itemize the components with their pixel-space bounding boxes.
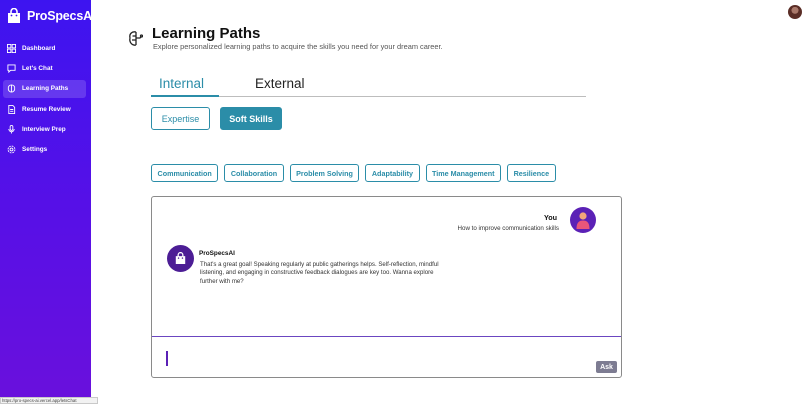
sidebar-item-learning-paths[interactable]: Learning Paths [3, 79, 86, 98]
chat-panel: You How to improve communication skills … [151, 196, 622, 378]
skill-chip-adaptability[interactable]: Adaptability [365, 164, 420, 182]
user-message-name: You [543, 213, 557, 222]
bot-message-name: ProSpecsAI [199, 250, 235, 257]
sidebar-item-settings[interactable]: Settings [3, 141, 86, 159]
skill-chip-time-management[interactable]: Time Management [425, 164, 502, 182]
chat-icon [7, 64, 16, 73]
brand[interactable]: ProSpecsAI [7, 8, 95, 24]
person-icon [576, 212, 590, 229]
page-subtitle: Explore personalized learning paths to a… [153, 42, 443, 51]
sidebar-item-label: Interview Prep [22, 126, 66, 134]
sidebar-item-label: Resume Review [22, 105, 71, 113]
chat-input[interactable]: Ask [152, 336, 621, 377]
sidebar-nav: Dashboard Let's Chat Learning Paths Resu… [3, 39, 86, 161]
tab-external[interactable]: External [255, 76, 305, 91]
sidebar-item-lets-chat[interactable]: Let's Chat [3, 59, 86, 77]
expertise-button[interactable]: Expertise [151, 107, 210, 130]
sidebar: ProSpecsAI Dashboard Let's Chat Learning… [0, 0, 95, 404]
brand-name: ProSpecsAI [27, 9, 96, 23]
tab-internal[interactable]: Internal [159, 76, 204, 91]
status-bar-url: https://pro-specs-ai.vercel.app/letsChat [0, 397, 98, 404]
sidebar-item-label: Learning Paths [22, 85, 69, 93]
bot-avatar [167, 245, 194, 272]
brain-icon [7, 84, 16, 93]
sidebar-item-label: Dashboard [22, 44, 56, 52]
active-tab-indicator [151, 95, 219, 97]
brain-icon [129, 31, 143, 46]
skill-chips: Communication Collaboration Problem Solv… [151, 164, 556, 182]
skill-chip-problem-solving[interactable]: Problem Solving [289, 164, 360, 182]
skill-chip-communication[interactable]: Communication [151, 164, 219, 182]
sidebar-item-dashboard[interactable]: Dashboard [3, 39, 86, 57]
user-avatar[interactable] [788, 5, 802, 19]
skill-chip-collaboration[interactable]: Collaboration [224, 164, 284, 182]
ask-button[interactable]: Ask [596, 361, 617, 373]
shopping-bag-logo-icon [8, 8, 20, 23]
user-chat-avatar [570, 207, 596, 233]
gear-icon [7, 146, 16, 154]
bot-message-text: That's a great goal! Speaking regularly … [200, 261, 439, 285]
sidebar-item-label: Let's Chat [22, 64, 53, 72]
dashboard-icon [7, 43, 16, 53]
microphone-icon [8, 125, 15, 134]
sidebar-item-interview-prep[interactable]: Interview Prep [3, 121, 86, 139]
text-caret [166, 351, 168, 366]
sidebar-item-resume-review[interactable]: Resume Review [3, 100, 86, 118]
soft-skills-button[interactable]: Soft Skills [220, 107, 282, 130]
sidebar-item-label: Settings [22, 146, 48, 154]
skill-chip-resilience[interactable]: Resilience [507, 164, 556, 182]
page-title: Learning Paths [152, 25, 261, 42]
user-message-text: How to improve communication skills [457, 225, 559, 232]
path-type-tabs: Internal External [151, 74, 586, 97]
document-icon [8, 104, 16, 114]
shopping-bag-logo-icon [175, 252, 186, 264]
